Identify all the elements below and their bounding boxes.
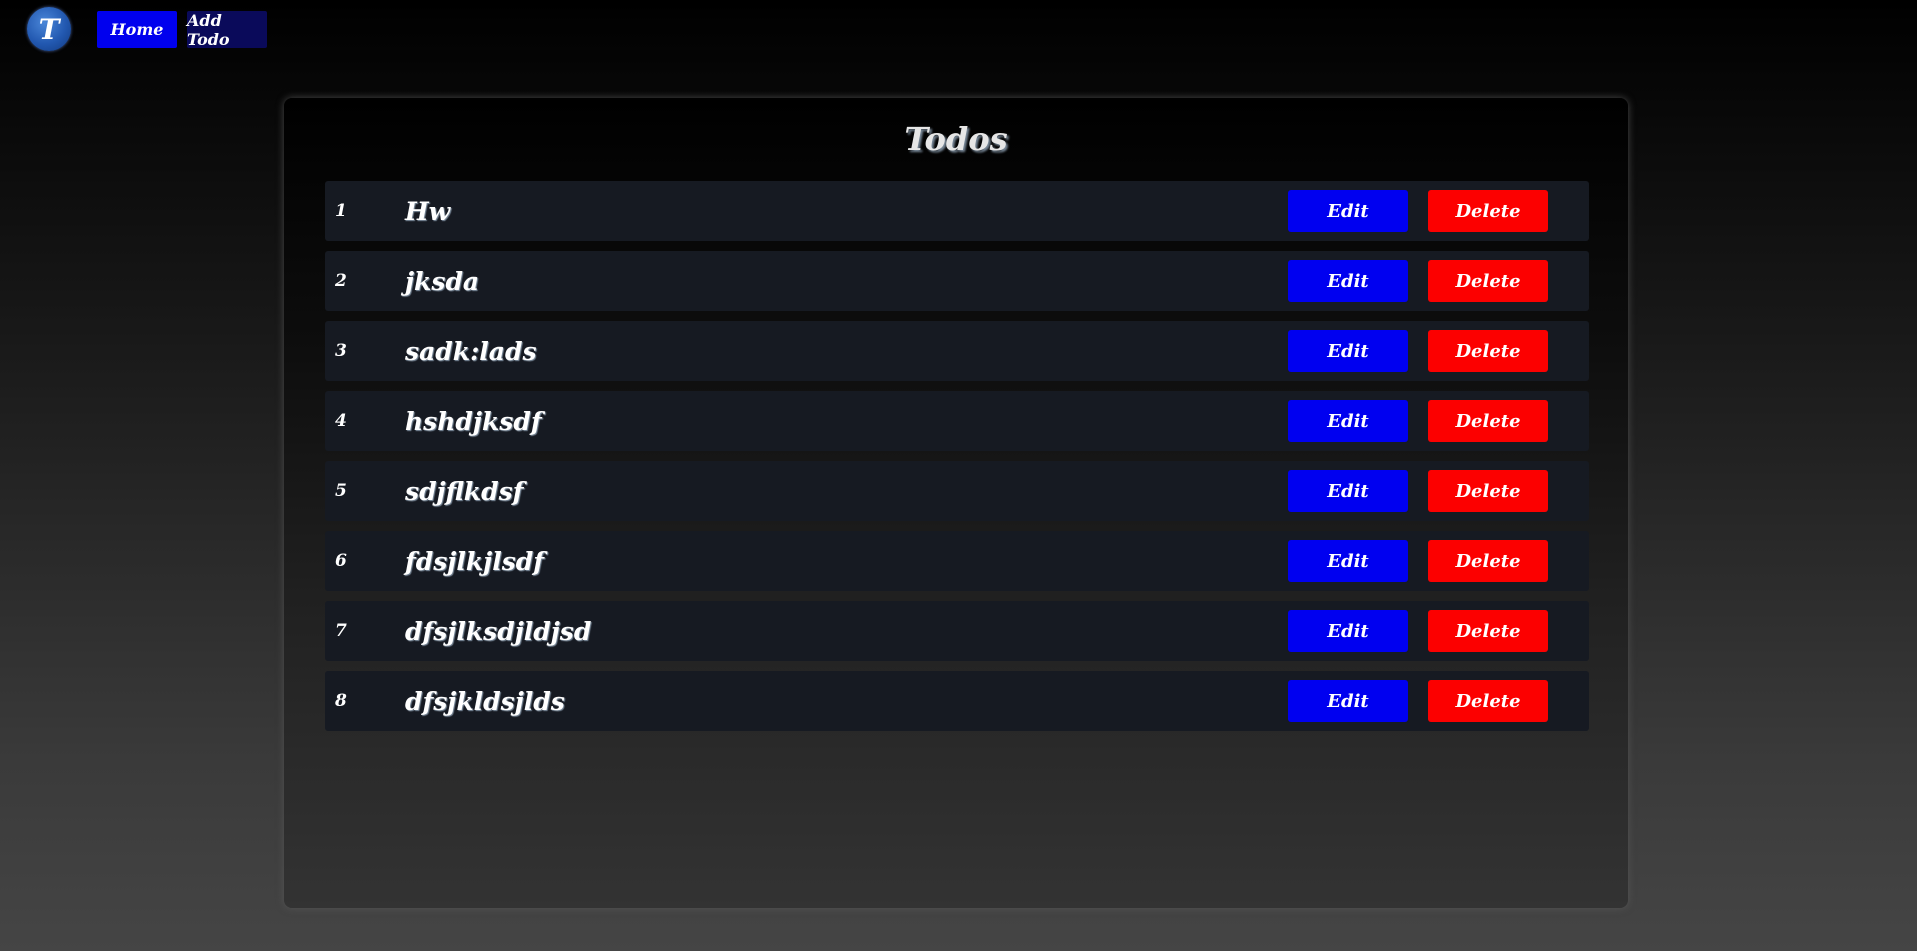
todo-number: 4 [335,411,347,431]
todo-text: jksda [405,266,480,296]
todo-number: 7 [335,621,347,641]
todo-row: 8 dfsjkldsjlds Edit Delete [325,671,1589,731]
todo-text: fdsjlkjlsdf [405,546,545,576]
edit-button[interactable]: Edit [1288,540,1408,582]
todo-number: 8 [335,691,347,711]
page-title: Todos [904,120,1008,158]
todo-text: hshdjksdf [405,406,542,436]
todo-list: 1 Hw Edit Delete 2 jksda Edit Delete 3 s… [325,181,1589,741]
todo-number: 3 [335,341,347,361]
todo-row: 4 hshdjksdf Edit Delete [325,391,1589,451]
todo-text: sdjflkdsf [405,476,524,506]
todo-text: Hw [405,196,451,226]
todo-number: 2 [335,271,347,291]
edit-button[interactable]: Edit [1288,680,1408,722]
edit-button[interactable]: Edit [1288,330,1408,372]
todo-text: dfsjkldsjlds [405,686,565,716]
todo-row: 6 fdsjlkjlsdf Edit Delete [325,531,1589,591]
delete-button[interactable]: Delete [1428,540,1548,582]
edit-button[interactable]: Edit [1288,470,1408,512]
todo-row: 3 sadk:lads Edit Delete [325,321,1589,381]
todo-number: 1 [335,201,347,221]
delete-button[interactable]: Delete [1428,330,1548,372]
todos-card: Todos 1 Hw Edit Delete 2 jksda Edit Dele… [284,98,1628,908]
delete-button[interactable]: Delete [1428,260,1548,302]
navbar: T Home Add Todo [0,0,1917,60]
todo-text: dfsjlksdjldjsd [405,616,592,646]
todo-row: 1 Hw Edit Delete [325,181,1589,241]
delete-button[interactable]: Delete [1428,470,1548,512]
todo-row: 7 dfsjlksdjldjsd Edit Delete [325,601,1589,661]
edit-button[interactable]: Edit [1288,190,1408,232]
delete-button[interactable]: Delete [1428,190,1548,232]
nav-home-button[interactable]: Home [97,11,177,48]
edit-button[interactable]: Edit [1288,610,1408,652]
delete-button[interactable]: Delete [1428,680,1548,722]
edit-button[interactable]: Edit [1288,400,1408,442]
logo[interactable]: T [27,7,71,51]
delete-button[interactable]: Delete [1428,400,1548,442]
todo-number: 5 [335,481,347,501]
todo-row: 5 sdjflkdsf Edit Delete [325,461,1589,521]
nav-add-todo-button[interactable]: Add Todo [187,11,267,49]
edit-button[interactable]: Edit [1288,260,1408,302]
todo-number: 6 [335,551,347,571]
todo-row: 2 jksda Edit Delete [325,251,1589,311]
delete-button[interactable]: Delete [1428,610,1548,652]
todo-text: sadk:lads [405,336,537,366]
